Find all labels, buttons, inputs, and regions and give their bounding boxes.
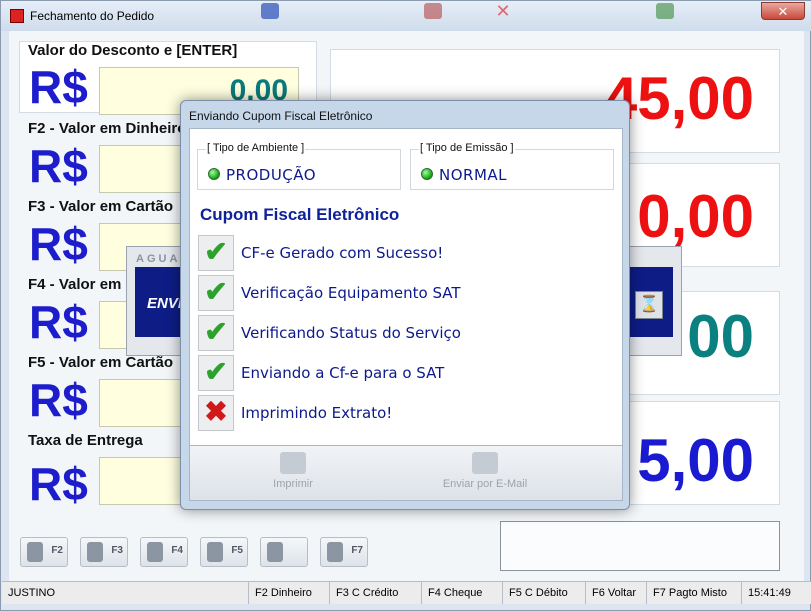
status-led-icon	[208, 168, 220, 180]
cfe-dialog: Enviando Cupom Fiscal Eletrônico [ Tipo …	[180, 100, 630, 510]
step-item: ✖ Imprimindo Extrato!	[198, 395, 578, 431]
step-text: Verificação Equipamento SAT	[241, 284, 461, 302]
window-title: Fechamento do Pedido	[30, 9, 155, 23]
step-item: ✔ Verificação Equipamento SAT	[198, 275, 578, 311]
cfe-dialog-title: Enviando Cupom Fiscal Eletrônico	[189, 109, 373, 123]
debit-label: F5 - Valor em Cartão	[28, 354, 174, 371]
check-label: F4 - Valor em C	[28, 276, 137, 293]
status-f6: F6 Voltar	[585, 582, 646, 604]
f2-cash-button[interactable]: F2	[20, 537, 68, 567]
email-label: Enviar por E-Mail	[442, 478, 528, 490]
status-f3: F3 C Crédito	[329, 582, 421, 604]
card-hand-icon	[87, 542, 103, 562]
cfe-heading: Cupom Fiscal Eletrônico	[200, 205, 400, 224]
currency-symbol: R$	[29, 140, 88, 192]
paid-value: 0,00	[637, 183, 754, 250]
status-bar: JUSTINO F2 Dinheiro F3 C Crédito F4 Cheq…	[2, 581, 811, 604]
status-led-icon	[421, 168, 433, 180]
discount-label: Valor do Desconto e [ENTER]	[28, 42, 238, 59]
step-text: CF-e Gerado com Sucesso!	[241, 244, 444, 262]
step-item: ✔ Verificando Status do Serviço	[198, 315, 578, 351]
toolbar-icon	[424, 3, 442, 19]
title-bar: Fechamento do Pedido ✕ ✕	[1, 1, 811, 31]
currency-symbol: R$	[29, 296, 88, 348]
ambiente-group: [ Tipo de Ambiente ] PRODUÇÃO	[197, 142, 401, 190]
currency-symbol: R$	[29, 218, 88, 270]
waiting-title: AGUA	[136, 253, 181, 265]
close-button[interactable]: ✕	[761, 2, 805, 20]
step-item: ✔ CF-e Gerado com Sucesso!	[198, 235, 578, 271]
card-label: F3 - Valor em Cartão	[28, 198, 174, 215]
status-f5: F5 C Débito	[502, 582, 585, 604]
notes-box[interactable]	[500, 521, 780, 571]
email-button[interactable]: Enviar por E-Mail	[430, 452, 540, 496]
money-hand-icon	[27, 542, 43, 562]
cfe-dialog-footer: Imprimir Enviar por E-Mail	[189, 446, 623, 501]
f3-credit-button[interactable]: F3	[80, 537, 128, 567]
f5-debit-button[interactable]: F5	[200, 537, 248, 567]
status-user: JUSTINO	[8, 587, 56, 599]
step-text: Imprimindo Extrato!	[241, 404, 393, 422]
checkmark-icon: ✔	[198, 275, 234, 311]
grid-icon	[207, 542, 223, 562]
f6-back-button[interactable]	[260, 537, 308, 567]
f7-mixed-button[interactable]: F7	[320, 537, 368, 567]
app-icon	[10, 9, 24, 23]
emissao-group: [ Tipo de Emissão ] NORMAL	[410, 142, 614, 190]
ambiente-value: PRODUÇÃO	[226, 166, 317, 184]
checkmark-icon: ✔	[198, 315, 234, 351]
back-icon	[267, 542, 283, 562]
step-text: Verificando Status do Serviço	[241, 324, 461, 342]
cash-label: F2 - Valor em Dinheiro	[28, 120, 187, 137]
change-value: 00	[687, 303, 754, 370]
toolbar-icon	[261, 3, 279, 19]
keyboard-icon	[147, 542, 163, 562]
f4-check-button[interactable]: F4	[140, 537, 188, 567]
ambiente-label: [ Tipo de Ambiente ]	[206, 142, 306, 154]
currency-symbol: R$	[29, 61, 88, 113]
status-f7: F7 Pagto Misto	[646, 582, 741, 604]
toolbar-icon	[656, 3, 674, 19]
step-text: Enviando a Cf-e para o SAT	[241, 364, 445, 382]
toolbar-close-icon: ✕	[495, 1, 511, 21]
status-time: 15:41:49	[741, 582, 811, 604]
print-label: Imprimir	[273, 478, 313, 490]
print-button[interactable]: Imprimir	[238, 452, 348, 496]
delivery-fee-label: Taxa de Entrega	[28, 432, 143, 449]
status-f2: F2 Dinheiro	[248, 582, 329, 604]
currency-symbol: R$	[29, 374, 88, 426]
step-item: ✔ Enviando a Cf-e para o SAT	[198, 355, 578, 391]
checkmark-icon: ✔	[198, 235, 234, 271]
waiting-text: ENVI	[147, 295, 183, 312]
hourglass-icon: ⌛	[635, 291, 663, 319]
emissao-value: NORMAL	[439, 166, 508, 184]
status-f4: F4 Cheque	[421, 582, 502, 604]
emissao-label: [ Tipo de Emissão ]	[419, 142, 515, 154]
currency-symbol: R$	[29, 458, 88, 510]
balance-value: 5,00	[637, 427, 754, 494]
printer-icon	[280, 452, 306, 474]
mixed-payment-icon	[327, 542, 343, 562]
email-icon	[472, 452, 498, 474]
cfe-dialog-body: [ Tipo de Ambiente ] PRODUÇÃO [ Tipo de …	[189, 128, 623, 446]
checkmark-icon: ✔	[198, 355, 234, 391]
error-cross-icon: ✖	[198, 395, 234, 431]
